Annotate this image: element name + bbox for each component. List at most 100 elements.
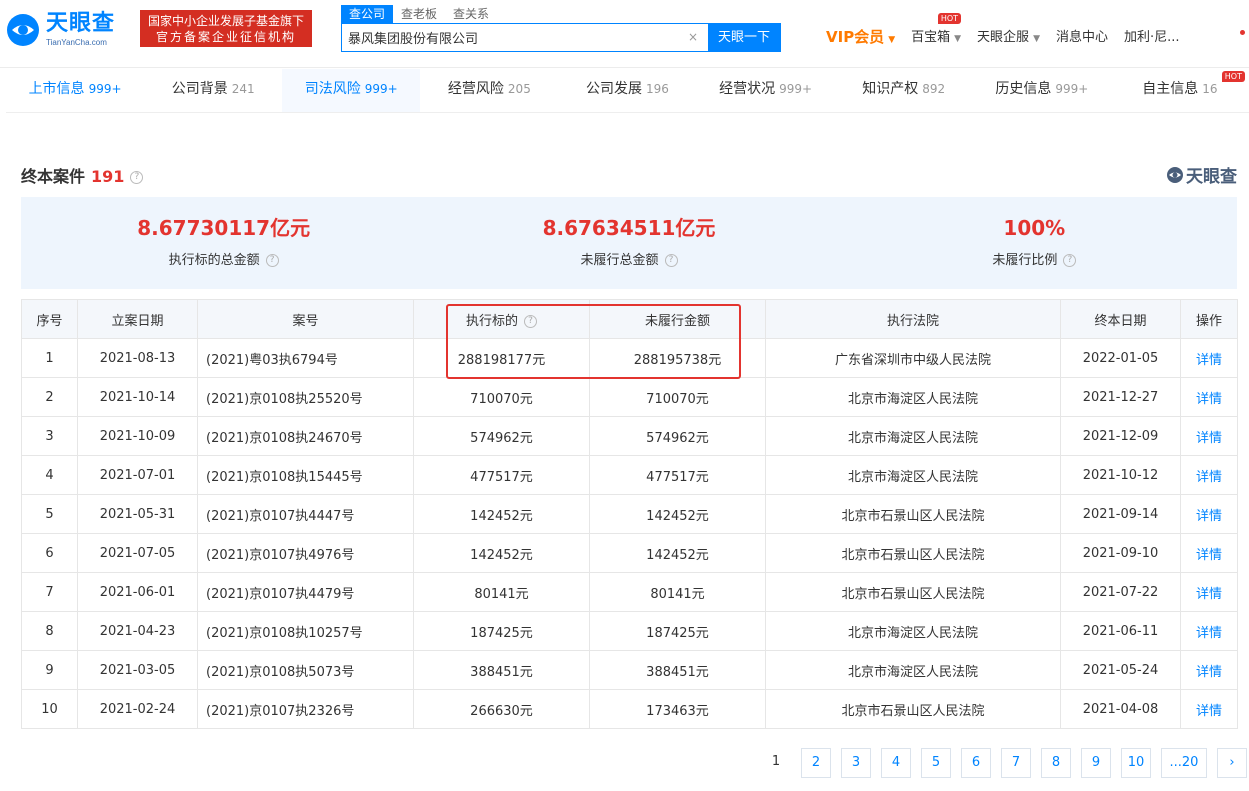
cell-unfulfilled-amount: 173463元 <box>589 689 766 729</box>
user-menu[interactable]: 加利·尼... <box>1116 27 1188 49</box>
page-2-button[interactable]: 2 <box>801 748 831 778</box>
cell-court: 北京市石景山区人民法院 <box>765 572 1061 612</box>
tab-self-info[interactable]: 自主信息 16 HOT <box>1111 69 1249 112</box>
tab-company-background[interactable]: 公司背景 241 <box>144 69 282 112</box>
tab-operating-status[interactable]: 经营状况 999+ <box>697 69 835 112</box>
cell-court: 北京市海淀区人民法院 <box>765 416 1061 456</box>
section-title-text: 终本案件 <box>21 167 86 186</box>
cell-execution-target: 142452元 <box>413 533 590 573</box>
col-header-filing-date: 立案日期 <box>77 299 198 339</box>
tab-label: 知识产权 <box>862 81 919 97</box>
next-page-icon[interactable]: › <box>1217 748 1247 778</box>
tab-listing-info[interactable]: 上市信息 999+ <box>6 69 144 112</box>
detail-link[interactable]: 详情 <box>1180 533 1238 573</box>
summary-label: 未履行总金额? <box>426 249 831 268</box>
cell-case-number: (2021)京0108执5073号 <box>197 650 414 690</box>
col-header-unfulfilled-amount: 未履行金额 <box>589 299 766 339</box>
cell-unfulfilled-amount: 477517元 <box>589 455 766 495</box>
cell-filing-date: 2021-07-05 <box>77 533 198 573</box>
search-tab-company[interactable]: 查公司 <box>341 5 394 23</box>
page-3-button[interactable]: 3 <box>841 748 871 778</box>
page-6-button[interactable]: 6 <box>961 748 991 778</box>
cell-index: 7 <box>21 572 78 612</box>
cell-termination-date: 2021-12-09 <box>1060 416 1181 456</box>
terminated-case-table: 序号 立案日期 案号 执行标的? 未履行金额 执行法院 终本日期 操作 1 202… <box>21 299 1238 729</box>
search-tab-boss[interactable]: 查老板 <box>393 5 445 23</box>
help-icon[interactable]: ? <box>1063 254 1077 267</box>
summary-total-amount: 8.67730117亿元 执行标的总金额? <box>21 197 426 289</box>
detail-link[interactable]: 详情 <box>1180 572 1238 612</box>
tab-judicial-risk[interactable]: 司法风险 999+ <box>282 69 421 112</box>
caret-down-icon: ▼ <box>1033 33 1040 44</box>
tab-count: 999+ <box>88 82 122 96</box>
cell-execution-target: 288198177元 <box>413 338 590 378</box>
cell-filing-date: 2021-07-01 <box>77 455 198 495</box>
summary-value: 8.67634511亿元 <box>542 216 716 240</box>
cell-index: 6 <box>21 533 78 573</box>
section-title: 终本案件 191? <box>21 163 144 187</box>
summary-value: 8.67730117亿元 <box>137 216 311 240</box>
cell-case-number: (2021)京0107执2326号 <box>197 689 414 729</box>
cell-court: 北京市海淀区人民法院 <box>765 455 1061 495</box>
detail-link[interactable]: 详情 <box>1180 689 1238 729</box>
help-icon[interactable]: ? <box>524 314 537 328</box>
page-current: 1 <box>771 754 781 769</box>
pagination: 1 2 3 4 5 6 7 8 9 10 ...20 › <box>761 748 1249 780</box>
enterprise-service-menu[interactable]: 天眼企服 ▼ <box>969 27 1048 50</box>
page-4-button[interactable]: 4 <box>881 748 911 778</box>
summary-value: 100% <box>1003 216 1066 240</box>
logo[interactable]: 天眼查 TianYanCha.com <box>6 10 132 50</box>
tab-label: 司法风险 <box>304 81 361 97</box>
page-5-button[interactable]: 5 <box>921 748 951 778</box>
table-row: 3 2021-10-09 (2021)京0108执24670号 574962元 5749… <box>21 416 1238 456</box>
tab-operating-risk[interactable]: 经营风险 205 <box>420 69 558 112</box>
table-row: 10 2021-02-24 (2021)京0107执2326号 266630元 1734… <box>21 689 1238 729</box>
cell-index: 10 <box>21 689 78 729</box>
detail-link[interactable]: 详情 <box>1180 611 1238 651</box>
detail-link[interactable]: 详情 <box>1180 416 1238 456</box>
tab-intellectual-property[interactable]: 知识产权 892 <box>835 69 973 112</box>
cell-filing-date: 2021-10-09 <box>77 416 198 456</box>
cell-court: 北京市石景山区人民法院 <box>765 533 1061 573</box>
tianyancha-logo-icon <box>1167 166 1183 183</box>
page-10-button[interactable]: 10 <box>1121 748 1151 778</box>
help-icon[interactable]: ? <box>664 254 678 267</box>
top-nav: VIP会员 ▼ 百宝箱 ▼ HOT 天眼企服 ▼ 消息中心 加利·尼... <box>818 12 1188 51</box>
cell-unfulfilled-amount: 574962元 <box>589 416 766 456</box>
cell-case-number: (2021)粤03执6794号 <box>197 338 414 378</box>
search-tab-relation[interactable]: 查关系 <box>445 5 497 23</box>
watermark-text: 天眼查 <box>1186 167 1237 187</box>
search-input[interactable] <box>342 24 708 51</box>
treasure-menu[interactable]: 百宝箱 ▼ HOT <box>903 12 969 50</box>
cell-index: 3 <box>21 416 78 456</box>
detail-link[interactable]: 详情 <box>1180 377 1238 417</box>
summary-label-text: 未履行总金额 <box>580 253 659 268</box>
clear-icon[interactable]: × <box>685 29 701 45</box>
detail-link[interactable]: 详情 <box>1180 338 1238 378</box>
help-icon[interactable]: ? <box>265 254 279 267</box>
notification-dot <box>1240 30 1245 35</box>
cell-filing-date: 2021-04-23 <box>77 611 198 651</box>
cell-execution-target: 388451元 <box>413 650 590 690</box>
table-row: 7 2021-06-01 (2021)京0107执4479号 80141元 80141元… <box>21 572 1238 612</box>
section-header: 终本案件 191? 天眼查 <box>21 160 1237 187</box>
cell-termination-date: 2021-09-14 <box>1060 494 1181 534</box>
cell-index: 2 <box>21 377 78 417</box>
tab-company-development[interactable]: 公司发展 196 <box>558 69 696 112</box>
page-8-button[interactable]: 8 <box>1041 748 1071 778</box>
help-icon[interactable]: ? <box>130 171 144 184</box>
cell-termination-date: 2021-09-10 <box>1060 533 1181 573</box>
page-7-button[interactable]: 7 <box>1001 748 1031 778</box>
detail-link[interactable]: 详情 <box>1180 494 1238 534</box>
vip-menu[interactable]: VIP会员 ▼ <box>818 26 903 51</box>
cell-unfulfilled-amount: 142452元 <box>589 533 766 573</box>
page-9-button[interactable]: 9 <box>1081 748 1111 778</box>
detail-link[interactable]: 详情 <box>1180 455 1238 495</box>
message-center-link[interactable]: 消息中心 <box>1048 27 1116 49</box>
tab-history-info[interactable]: 历史信息 999+ <box>973 69 1111 112</box>
detail-link[interactable]: 详情 <box>1180 650 1238 690</box>
search-button[interactable]: 天眼一下 <box>708 24 780 51</box>
page-last-button[interactable]: ...20 <box>1161 748 1207 778</box>
caret-down-icon: ▼ <box>954 33 962 44</box>
col-header-index: 序号 <box>21 299 78 339</box>
